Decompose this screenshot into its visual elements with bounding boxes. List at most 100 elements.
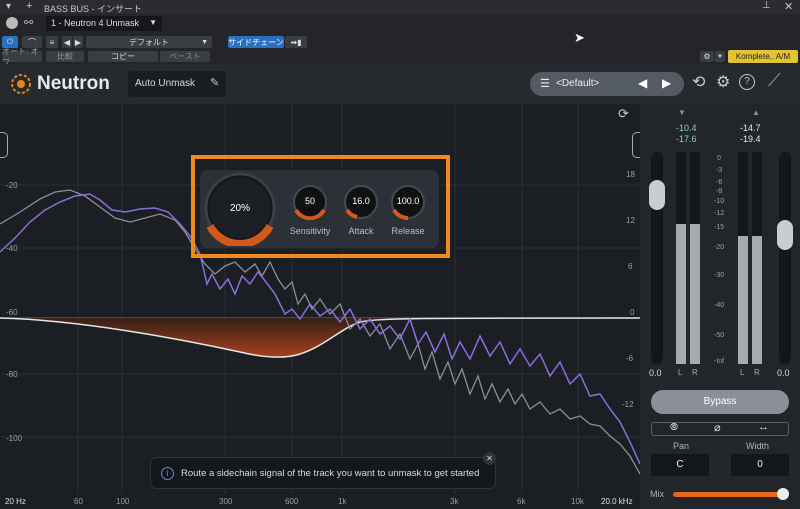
close-icon[interactable]: ✕ [784, 0, 793, 13]
output-gain-fader-handle[interactable] [777, 220, 793, 250]
meter-scale-label: -15 [714, 224, 725, 231]
db-label-left: -40 [6, 244, 18, 253]
left-scale-handle[interactable] [0, 132, 8, 158]
chevron-down-icon: ▼ [201, 38, 208, 46]
meter-scale-label: -3 [716, 167, 723, 174]
meter-scale-label: -12 [714, 210, 725, 217]
mono-icon[interactable]: ⦾ [670, 422, 678, 433]
compare-button[interactable]: 比較 [46, 51, 84, 62]
output-gain-fader-track[interactable] [777, 152, 793, 364]
width-field[interactable]: 0 [731, 454, 789, 476]
power-circle-icon[interactable] [6, 17, 18, 29]
settings-button[interactable]: ⚙ [700, 51, 714, 62]
mix-slider-track[interactable] [673, 488, 789, 500]
close-notice-icon[interactable]: ✕ [483, 452, 496, 465]
spectrum-display[interactable]: -20 -40 -60 -80 -100 18 12 6 0 -6 -12 ⟳ … [0, 104, 640, 509]
meter-scale-label: -8 [716, 188, 723, 195]
reset-view-icon[interactable]: ⟳ [618, 106, 629, 122]
amount-value: 20% [229, 203, 250, 214]
output-r-label: R [754, 368, 760, 377]
sidechain-label: サイドチェーン [228, 37, 284, 47]
attack-knob[interactable]: 16.0 [343, 184, 379, 220]
komplete-badge[interactable]: Komplete.. A/M [728, 50, 798, 63]
prev-preset-button[interactable]: ◀ [62, 36, 72, 48]
host-subbar: オート: オフ 比較 コピー ペースト ⚙ ▼ Komplete.. A/M [0, 47, 800, 67]
meter-scale-label: -6 [716, 179, 723, 186]
swap-channels-icon[interactable]: ↔ [758, 421, 769, 433]
meter-scale-label: 0 [717, 155, 721, 162]
copy-button[interactable]: コピー [88, 51, 158, 62]
help-icon[interactable]: ? [739, 74, 755, 90]
edit-pencil-icon[interactable]: ✎ [210, 76, 219, 89]
sidechain-toggle[interactable]: ➡▮ [285, 36, 307, 48]
output-meter-left [738, 152, 748, 364]
attack-label: Attack [348, 226, 374, 236]
input-gain-fader-track[interactable] [649, 152, 665, 364]
settings-menu-button[interactable]: ▼ [715, 51, 725, 62]
freq-label: 1k [338, 497, 347, 506]
freq-label: 100 [116, 497, 130, 506]
right-scale-handle[interactable] [632, 132, 640, 158]
sensitivity-knob[interactable]: 50 [292, 184, 328, 221]
meter-scale-label: -Inf [714, 358, 725, 365]
preset-slot-label: 1 - Neutron 4 Unmask [51, 18, 140, 28]
preset-select[interactable]: デフォルト ▼ [86, 36, 212, 48]
plugin-header: Neutron Auto Unmask ✎ ☰ <Default> ◀ ▶ ⟲ … [0, 64, 800, 104]
meter-scale-label: -30 [714, 272, 725, 279]
freq-label: 20.0 kHz [601, 497, 633, 506]
sidechain-button[interactable]: サイドチェーン [228, 36, 284, 48]
host-toolbar: ⏻ ⌒ ≡ ◀ ▶ デフォルト ▼ サイドチェーン ➡▮ [0, 34, 800, 50]
paste-label: ペースト [169, 52, 201, 61]
db-label-right: 0 [630, 308, 635, 317]
db-label-right: -12 [622, 400, 634, 409]
prev-arrow-icon[interactable]: ◀ [638, 76, 647, 90]
module-name-box[interactable]: Auto Unmask ✎ [128, 71, 226, 97]
bypass-button[interactable]: Bypass [651, 390, 789, 414]
auto-off-button[interactable]: オート: オフ [2, 47, 42, 67]
next-arrow-icon[interactable]: ▶ [662, 76, 671, 90]
module-name: Auto Unmask [135, 78, 196, 89]
preset-default-label: デフォルト [129, 37, 169, 47]
output-meter-arrow-icon: ▲ [752, 108, 760, 117]
host-preset-bar: ⚯ 1 - Neutron 4 Unmask ▼ [0, 14, 800, 34]
db-label-right: 12 [626, 216, 635, 225]
compare-label: 比較 [57, 52, 73, 61]
routing-icon[interactable]: ⚯ [24, 16, 33, 29]
gear-icon[interactable]: ⚙ [716, 72, 730, 92]
add-icon[interactable]: + [26, 0, 32, 12]
db-label-right: 6 [628, 262, 633, 271]
chevron-down-icon: ▼ [149, 18, 157, 27]
plugin-logo: Neutron [37, 73, 110, 94]
komplete-label: Komplete.. A/M [735, 52, 791, 61]
freq-label: 3k [450, 497, 459, 506]
preset-slot-select[interactable]: 1 - Neutron 4 Unmask ▼ [46, 16, 162, 31]
pin-window-icon[interactable]: ⊥ [762, 0, 771, 11]
meter-scale-label: -20 [714, 244, 725, 251]
output-rms-readout: -19.4 [740, 134, 761, 144]
freq-label: 300 [219, 497, 233, 506]
menu-button[interactable]: ≡ [46, 36, 58, 48]
paste-button[interactable]: ペースト [160, 51, 210, 62]
history-icon[interactable]: ⟲ [692, 72, 705, 92]
input-meter-arrow-icon: ▼ [678, 108, 686, 117]
meter-scale-label: -50 [714, 332, 725, 339]
meters-panel: ▼ ▲ -10.4 -17.6 -14.7 -19.4 0 -3 -6 -8 -… [640, 104, 800, 509]
host-title-bar: ▾ + BASS BUS - インサート ⊥ ✕ [0, 0, 800, 14]
input-gain-fader-handle[interactable] [649, 180, 665, 210]
phase-invert-icon[interactable]: ⌀ [714, 421, 721, 434]
next-preset-button[interactable]: ▶ [73, 36, 83, 48]
preset-browser[interactable]: ☰ <Default> ◀ ▶ [530, 72, 684, 96]
freq-label: 600 [285, 497, 299, 506]
db-label-left: -80 [6, 370, 18, 379]
sensitivity-label: Sensitivity [289, 226, 331, 236]
width-value: 0 [757, 459, 763, 470]
izotope-logo-icon[interactable]: ⟋ [768, 70, 781, 91]
input-gain-value: 0.0 [649, 368, 662, 378]
pin-icon[interactable]: ▾ [6, 1, 11, 12]
release-knob[interactable]: 100.0 [390, 184, 426, 221]
attack-value: 16.0 [352, 196, 370, 206]
mix-slider-handle[interactable] [777, 488, 789, 500]
pan-field[interactable]: C [651, 454, 709, 476]
amount-knob[interactable]: 20% [204, 170, 276, 248]
sidechain-notice: i Route a sidechain signal of the track … [150, 457, 496, 489]
